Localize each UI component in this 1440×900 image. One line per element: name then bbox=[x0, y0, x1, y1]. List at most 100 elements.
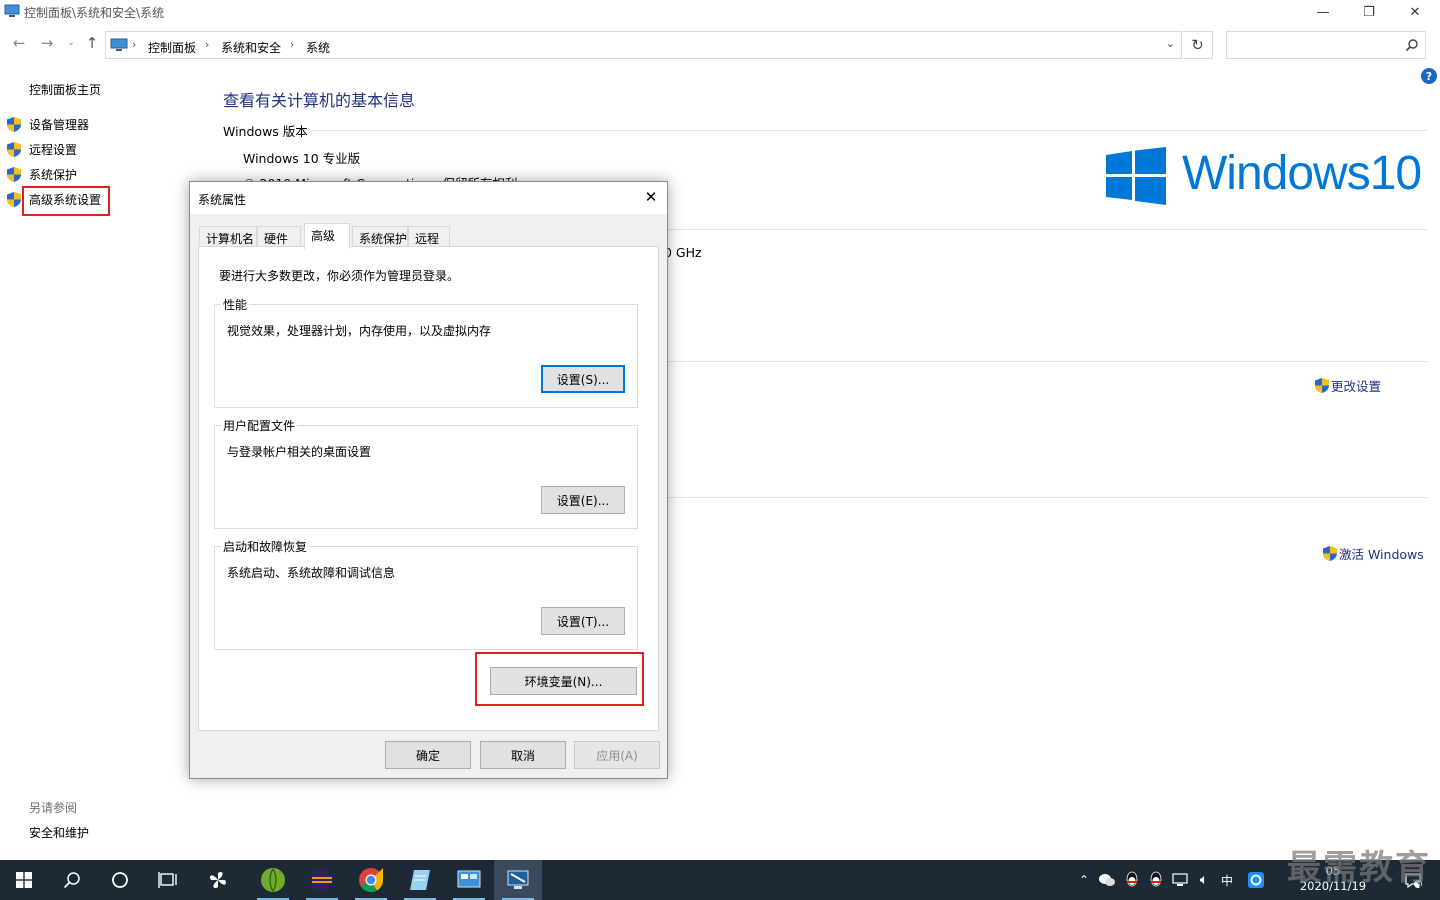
computer-icon bbox=[4, 4, 20, 17]
breadcrumb-separator: › bbox=[132, 38, 137, 51]
section-divider bbox=[668, 361, 1428, 362]
annotation-highlight-box bbox=[22, 186, 110, 216]
system-properties-app-icon[interactable] bbox=[494, 860, 542, 900]
forward-arrow-icon[interactable]: → bbox=[38, 33, 56, 53]
see-also-heading: 另请参阅 bbox=[29, 801, 78, 815]
performance-settings-button[interactable]: 设置(S)... bbox=[541, 365, 625, 393]
chrome-icon[interactable] bbox=[347, 860, 395, 900]
uac-shield-icon bbox=[1315, 378, 1329, 393]
windows10-wordmark: Windows10 bbox=[1182, 147, 1422, 200]
annotation-highlight-box bbox=[475, 652, 644, 706]
cortana-icon[interactable] bbox=[96, 860, 144, 900]
uac-shield-icon bbox=[7, 141, 21, 157]
windows-edition-value: Windows 10 专业版 bbox=[243, 151, 361, 166]
sidebar-item-label: 系统保护 bbox=[29, 167, 78, 182]
admin-note: 要进行大多数更改，你必须作为管理员登录。 bbox=[219, 269, 460, 283]
activate-windows-link[interactable]: 激活 Windows bbox=[1322, 544, 1424, 563]
taskbar: ⌃ 🔈︎ 中 05 2020/11/19 1 bbox=[0, 860, 1440, 900]
user-profiles-settings-button[interactable]: 设置(E)... bbox=[541, 486, 625, 514]
task-view-icon[interactable] bbox=[144, 860, 192, 900]
sidebar-item-system-protection[interactable]: 系统保护 bbox=[6, 164, 77, 184]
cancel-button[interactable]: 取消 bbox=[480, 741, 566, 769]
volume-icon[interactable]: 🔈︎ bbox=[1194, 860, 1214, 900]
windows-start-icon bbox=[16, 872, 32, 888]
tab-computer-name[interactable]: 计算机名 bbox=[199, 226, 257, 248]
qq-icon[interactable] bbox=[1146, 860, 1166, 900]
navigation-bar: ← → ⌄ ↑ › 控制面板 › 系统和安全 › 系统 ⌄ ↻ bbox=[0, 28, 1440, 59]
tab-remote[interactable]: 远程 bbox=[408, 226, 450, 248]
notepad-icon[interactable] bbox=[396, 860, 444, 900]
left-navigation-pane: 控制面板主页 设备管理器 远程设置 系统保护 高级系统设置 另请参阅 安全和维护 bbox=[0, 60, 200, 860]
startup-recovery-settings-button[interactable]: 设置(T)... bbox=[541, 607, 625, 635]
apply-button[interactable]: 应用(A) bbox=[574, 741, 660, 769]
restore-button[interactable]: ❐ bbox=[1346, 0, 1392, 24]
change-settings-link[interactable]: 更改设置 bbox=[1314, 376, 1381, 395]
network-icon[interactable] bbox=[1170, 860, 1190, 900]
up-arrow-icon[interactable]: ↑ bbox=[83, 33, 101, 53]
qq-browser-tray-icon[interactable] bbox=[1244, 860, 1268, 900]
uac-shield-icon bbox=[7, 191, 21, 207]
performance-group: 性能 视觉效果，处理器计划，内存使用，以及虚拟内存 设置(S)... bbox=[214, 296, 638, 408]
sidebar-item-remote-settings[interactable]: 远程设置 bbox=[6, 139, 77, 159]
system-properties-dialog: 系统属性 ✕ 计算机名 硬件 高级 系统保护 远程 要进行大多数更改，你必须作为… bbox=[189, 181, 668, 779]
start-button[interactable] bbox=[0, 860, 48, 900]
search-icon[interactable] bbox=[48, 860, 96, 900]
ok-button[interactable]: 确定 bbox=[385, 741, 471, 769]
breadcrumb-system-security[interactable]: 系统和安全 bbox=[221, 39, 281, 56]
activate-windows-label: 激活 Windows bbox=[1339, 547, 1424, 562]
security-maintenance-link[interactable]: 安全和维护 bbox=[29, 824, 89, 841]
breadcrumb-separator: › bbox=[290, 38, 295, 51]
sidebar-item-device-manager[interactable]: 设备管理器 bbox=[6, 114, 89, 134]
breadcrumb-separator: › bbox=[205, 38, 210, 51]
green-app-icon[interactable] bbox=[249, 860, 297, 900]
windows-logo-icon bbox=[1106, 147, 1166, 205]
pinwheel-app-icon[interactable] bbox=[194, 860, 242, 900]
eclipse-icon[interactable] bbox=[298, 860, 346, 900]
control-panel-home-link[interactable]: 控制面板主页 bbox=[29, 81, 101, 98]
watermark-text: 最需教育 bbox=[1287, 848, 1431, 888]
recent-locations-chevron-icon[interactable]: ⌄ bbox=[62, 33, 80, 53]
window-title: 控制面板\系统和安全\系统 bbox=[24, 6, 165, 20]
control-panel-app-icon[interactable] bbox=[445, 860, 493, 900]
computer-icon bbox=[110, 38, 128, 51]
tab-advanced[interactable]: 高级 bbox=[304, 223, 350, 249]
close-icon[interactable]: ✕ bbox=[639, 186, 663, 208]
group-title: 性能 bbox=[221, 296, 250, 313]
help-icon[interactable]: ? bbox=[1421, 68, 1437, 84]
group-title: 启动和故障恢复 bbox=[221, 538, 310, 555]
dialog-title: 系统属性 bbox=[198, 193, 247, 207]
dialog-titlebar[interactable]: 系统属性 ✕ bbox=[190, 182, 667, 214]
uac-shield-icon bbox=[7, 166, 21, 182]
window-titlebar: 控制面板\系统和安全\系统 — ❐ ✕ bbox=[0, 0, 1440, 24]
tab-hardware[interactable]: 硬件 bbox=[257, 226, 301, 248]
sidebar-item-label: 设备管理器 bbox=[29, 117, 90, 132]
group-title: 用户配置文件 bbox=[221, 417, 298, 434]
uac-shield-icon bbox=[7, 116, 21, 132]
address-bar[interactable]: › 控制面板 › 系统和安全 › 系统 ⌄ bbox=[105, 31, 1182, 59]
minimize-button[interactable]: — bbox=[1300, 0, 1346, 24]
breadcrumb-system[interactable]: 系统 bbox=[306, 39, 330, 56]
show-hidden-icons-chevron-icon[interactable]: ⌃ bbox=[1074, 860, 1094, 900]
wechat-icon[interactable] bbox=[1097, 860, 1117, 900]
uac-shield-icon bbox=[1323, 546, 1337, 561]
close-window-button[interactable]: ✕ bbox=[1392, 0, 1438, 24]
change-settings-label: 更改设置 bbox=[1331, 379, 1382, 394]
group-description: 系统启动、系统故障和调试信息 bbox=[227, 566, 396, 580]
search-input[interactable] bbox=[1226, 31, 1426, 59]
section-divider bbox=[310, 130, 1428, 131]
page-title: 查看有关计算机的基本信息 bbox=[223, 91, 416, 110]
group-description: 与登录帐户相关的桌面设置 bbox=[227, 445, 372, 459]
breadcrumb-control-panel[interactable]: 控制面板 bbox=[148, 39, 196, 56]
user-profiles-group: 用户配置文件 与登录帐户相关的桌面设置 设置(E)... bbox=[214, 417, 638, 529]
back-arrow-icon[interactable]: ← bbox=[10, 33, 28, 53]
tab-system-protection[interactable]: 系统保护 bbox=[352, 226, 408, 248]
address-dropdown-chevron-icon[interactable]: ⌄ bbox=[1166, 37, 1175, 50]
ime-indicator[interactable]: 中 bbox=[1217, 860, 1237, 900]
startup-recovery-group: 启动和故障恢复 系统启动、系统故障和调试信息 设置(T)... bbox=[214, 538, 638, 650]
processor-speed-fragment: 0 GHz bbox=[664, 245, 702, 260]
refresh-icon[interactable]: ↻ bbox=[1183, 31, 1213, 59]
section-divider bbox=[668, 229, 1428, 230]
search-icon bbox=[1405, 39, 1418, 52]
qq-icon[interactable] bbox=[1122, 860, 1142, 900]
section-divider bbox=[668, 497, 1428, 498]
